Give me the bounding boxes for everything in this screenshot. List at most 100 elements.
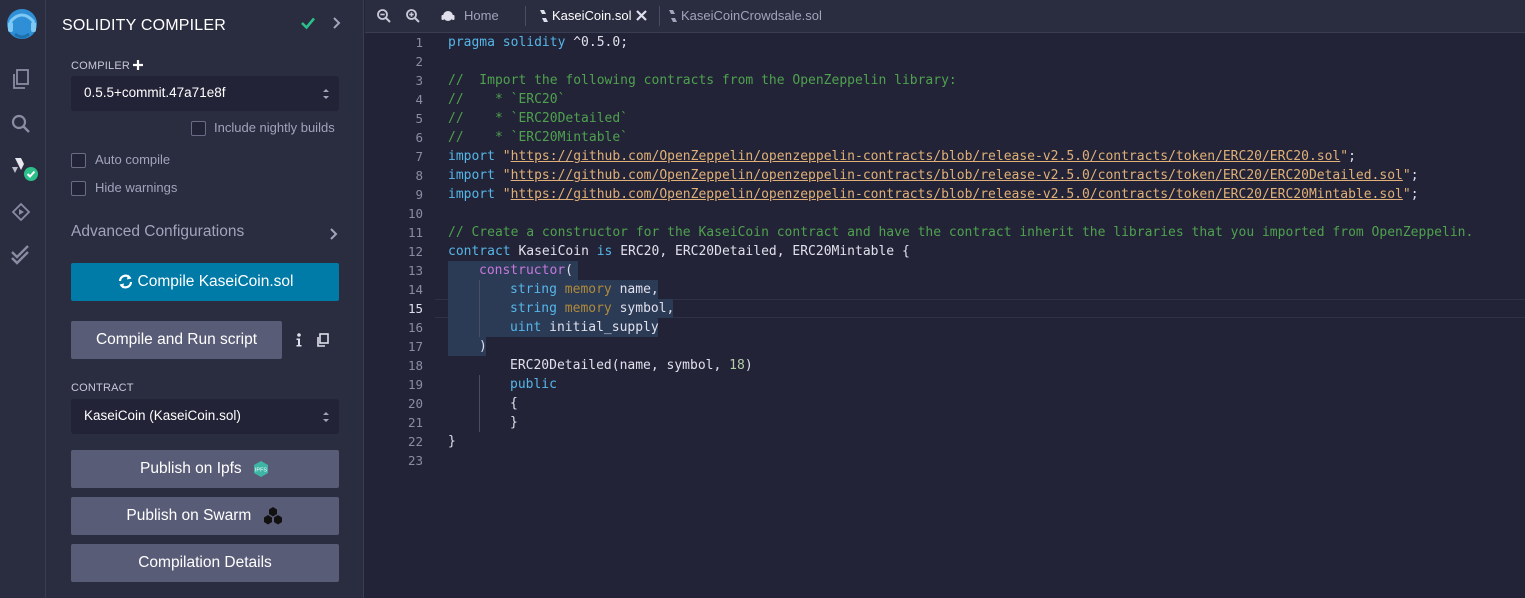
code-line-8: import "https://github.com/OpenZeppelin/… [448, 168, 1419, 183]
tab-home-label: Home [464, 8, 499, 23]
indent-guide [479, 280, 480, 337]
code-line-12: contract KaseiCoin is ERC20, ERC20Detail… [448, 244, 910, 259]
publish-swarm-button[interactable]: Publish on Swarm [71, 497, 339, 535]
tab-separator [659, 6, 660, 26]
info-icon[interactable] [294, 332, 304, 348]
compiler-version-select[interactable]: 0.5.5+commit.47a71e8f [71, 76, 339, 111]
line-number: 14 [407, 282, 423, 297]
compiler-label: COMPILER [71, 60, 131, 72]
line-number: 6 [415, 130, 423, 145]
icon-rail [0, 0, 46, 598]
auto-compile-label: Auto compile [95, 152, 171, 167]
home-icon [441, 11, 455, 21]
tab-kaseicoin-label: KaseiCoin.sol [552, 8, 632, 23]
tab-kaseicoin-crowdsale[interactable]: KaseiCoinCrowdsale.sol [666, 0, 836, 33]
compile-run-label: Compile and Run script [95, 331, 258, 348]
line-number: 20 [407, 396, 423, 411]
line-number: 7 [415, 149, 423, 164]
search-icon[interactable] [9, 112, 33, 136]
line-number: 4 [415, 92, 423, 107]
unit-testing-icon[interactable] [9, 243, 33, 267]
hide-warnings-checkbox[interactable] [71, 181, 86, 196]
code-line-4: // * `ERC20` [448, 92, 566, 107]
auto-compile-checkbox[interactable] [71, 153, 86, 168]
code-line-20: { [510, 396, 518, 411]
code-line-9: import "https://github.com/OpenZeppelin/… [448, 187, 1419, 202]
contract-select[interactable]: KaseiCoin (KaseiCoin.sol) [71, 399, 339, 434]
code-line-21: } [510, 415, 518, 430]
ipfs-icon: IPFS [254, 460, 268, 477]
line-number: 23 [407, 453, 423, 468]
solidity-file-icon [669, 10, 677, 22]
file-explorer-icon[interactable] [9, 67, 33, 91]
deploy-run-icon[interactable] [9, 200, 33, 224]
remix-logo-icon[interactable] [2, 4, 42, 44]
include-nightly-checkbox[interactable] [191, 121, 206, 136]
line-number: 10 [407, 206, 423, 221]
code-line-6: // * `ERC20Mintable` [448, 130, 629, 145]
compilation-details-button[interactable]: Compilation Details [71, 544, 339, 582]
chevron-right-icon[interactable] [328, 226, 340, 242]
import-url-link[interactable]: https://github.com/OpenZeppelin/openzepp… [511, 187, 1403, 202]
code-line-15: string memory symbol, [510, 301, 675, 316]
compilation-details-label: Compilation Details [138, 554, 272, 571]
code-line-1: pragma solidity ^0.5.0; [448, 35, 629, 50]
solidity-compiler-icon[interactable] [9, 155, 39, 183]
contract-value: KaseiCoin (KaseiCoin.sol) [84, 408, 241, 423]
zoom-out-icon[interactable] [376, 8, 392, 24]
publish-ipfs-button[interactable]: Publish on Ipfs IPFS [71, 450, 339, 488]
zoom-in-icon[interactable] [405, 8, 421, 24]
line-number: 16 [407, 320, 423, 335]
ipfs-badge-text: IPFS [255, 467, 268, 473]
code-area[interactable]: 1 2 3 4 5 6 7 8 9 10 11 12 13 14 15 16 17 18 19 20 21 22 23 pr… [365, 33, 1525, 598]
line-number: 18 [407, 358, 423, 373]
line-number: 8 [415, 168, 423, 183]
publish-swarm-label: Publish on Swarm [126, 507, 252, 524]
swarm-icon [263, 506, 282, 525]
compiler-version-value: 0.5.5+commit.47a71e8f [84, 85, 226, 100]
line-number: 11 [407, 225, 423, 240]
advanced-configurations-toggle[interactable]: Advanced Configurations [71, 223, 244, 241]
line-number: 3 [415, 73, 423, 88]
compile-button-label: Compile KaseiCoin.sol [137, 273, 294, 290]
line-number: 5 [415, 111, 423, 126]
code-line-3: // Import the following contracts from t… [448, 73, 957, 88]
compile-and-run-button[interactable]: Compile and Run script [71, 321, 282, 359]
code-line-19: public [510, 377, 557, 392]
add-compiler-icon[interactable] [132, 58, 144, 72]
chevron-right-icon[interactable] [331, 15, 343, 31]
code-line-18: ERC20Detailed(name, symbol, 18) [510, 358, 753, 373]
line-number: 19 [407, 377, 423, 392]
import-url-link[interactable]: https://github.com/OpenZeppelin/openzepp… [511, 168, 1403, 183]
select-arrows-icon [323, 412, 329, 422]
solidity-file-icon [540, 10, 548, 22]
compile-button[interactable]: Compile KaseiCoin.sol [71, 263, 339, 301]
close-tab-icon[interactable] [635, 9, 648, 22]
panel-title: SOLIDITY COMPILER [62, 17, 227, 34]
import-url-link[interactable]: https://github.com/OpenZeppelin/openzepp… [511, 149, 1341, 164]
contract-label: CONTRACT [71, 382, 134, 394]
line-number: 1 [415, 35, 423, 50]
tab-bar: Home KaseiCoin.sol KaseiCoinCrowdsale.so… [365, 0, 1525, 33]
publish-ipfs-label: Publish on Ipfs [140, 460, 242, 477]
tab-home[interactable]: Home [441, 0, 531, 33]
line-number: 15 [407, 301, 423, 316]
line-number: 17 [407, 339, 423, 354]
line-number: 9 [415, 187, 423, 202]
line-number: 22 [407, 434, 423, 449]
indent-guide [479, 375, 480, 432]
refresh-icon [118, 274, 132, 289]
code-editor: Home KaseiCoin.sol KaseiCoinCrowdsale.so… [365, 0, 1525, 598]
line-number: 12 [407, 244, 423, 259]
copy-icon[interactable] [316, 333, 330, 347]
hide-warnings-label: Hide warnings [95, 180, 178, 195]
code-line-11: // Create a constructor for the KaseiCoi… [448, 225, 1474, 240]
tab-crowdsale-label: KaseiCoinCrowdsale.sol [681, 8, 822, 23]
code-line-13: constructor( [479, 263, 573, 278]
line-number: 13 [407, 263, 423, 278]
include-nightly-label: Include nightly builds [214, 120, 335, 135]
check-icon [301, 17, 315, 30]
code-line-5: // * `ERC20Detailed` [448, 111, 629, 126]
code-line-16: uint initial_supply [510, 320, 659, 335]
code-line-17: ) [479, 339, 487, 354]
